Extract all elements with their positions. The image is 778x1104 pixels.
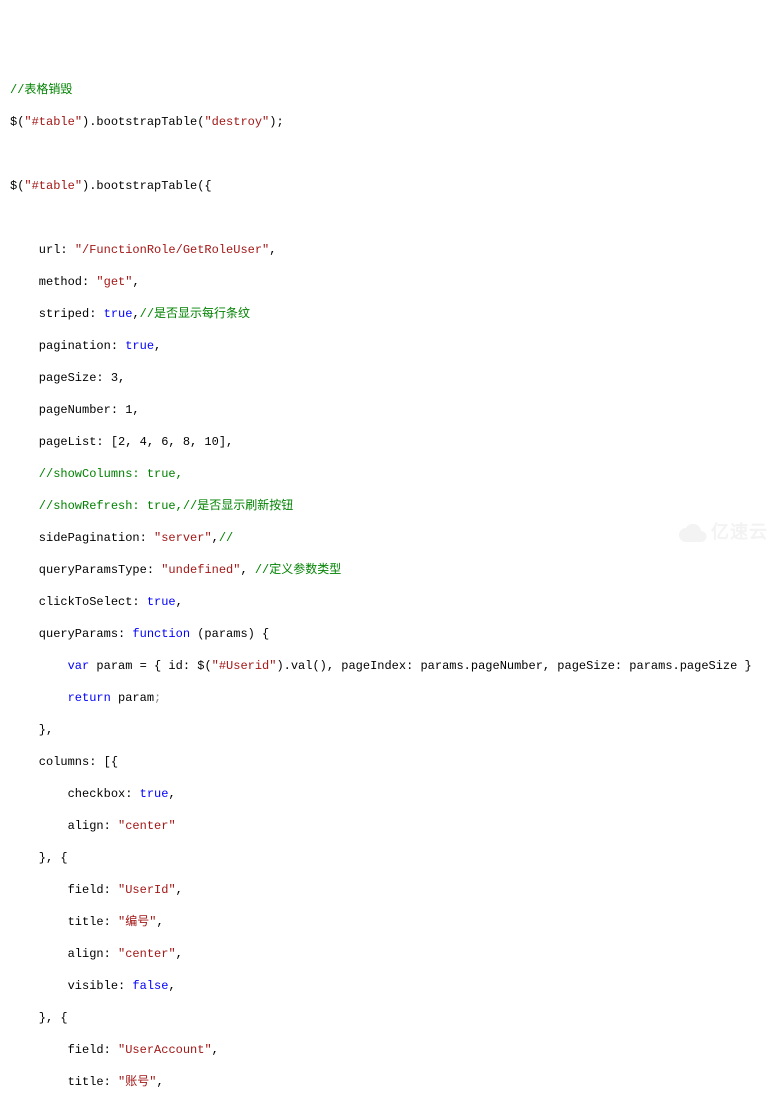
code-line: field: "UserId", — [10, 882, 778, 898]
code-line: title: "编号", — [10, 914, 778, 930]
code-line: url: "/FunctionRole/GetRoleUser", — [10, 242, 778, 258]
code-line: align: "center", — [10, 946, 778, 962]
code-line: align: "center" — [10, 818, 778, 834]
comment: //表格销毁 — [10, 83, 72, 97]
code-line: pageSize: 3, — [10, 370, 778, 386]
code-line: queryParams: function (params) { — [10, 626, 778, 642]
code-line: return param; — [10, 690, 778, 706]
code-line: title: "账号", — [10, 1074, 778, 1090]
code-line: visible: false, — [10, 978, 778, 994]
code-line: $("#table").bootstrapTable({ — [10, 178, 778, 194]
code-line: //表格销毁 — [10, 82, 778, 98]
code-line: $("#table").bootstrapTable("destroy"); — [10, 114, 778, 130]
code-line: //showColumns: true, — [10, 466, 778, 482]
code-line: pagination: true, — [10, 338, 778, 354]
code-line: columns: [{ — [10, 754, 778, 770]
code-line: field: "UserAccount", — [10, 1042, 778, 1058]
blank-line — [10, 210, 778, 226]
code-line: }, { — [10, 1010, 778, 1026]
blank-line — [10, 146, 778, 162]
code-line: pageNumber: 1, — [10, 402, 778, 418]
code-line: queryParamsType: "undefined", //定义参数类型 — [10, 562, 778, 578]
code-line: method: "get", — [10, 274, 778, 290]
code-line: clickToSelect: true, — [10, 594, 778, 610]
code-line: checkbox: true, — [10, 786, 778, 802]
code-line: }, — [10, 722, 778, 738]
code-line: //showRefresh: true,//是否显示刷新按钮 — [10, 498, 778, 514]
code-line: sidePagination: "server",// — [10, 530, 778, 546]
code-line: striped: true,//是否显示每行条纹 — [10, 306, 778, 322]
code-line: var param = { id: $("#Userid").val(), pa… — [10, 658, 778, 674]
code-line: }, { — [10, 850, 778, 866]
code-line: pageList: [2, 4, 6, 8, 10], — [10, 434, 778, 450]
code-block: //表格销毁 $("#table").bootstrapTable("destr… — [10, 66, 778, 1104]
